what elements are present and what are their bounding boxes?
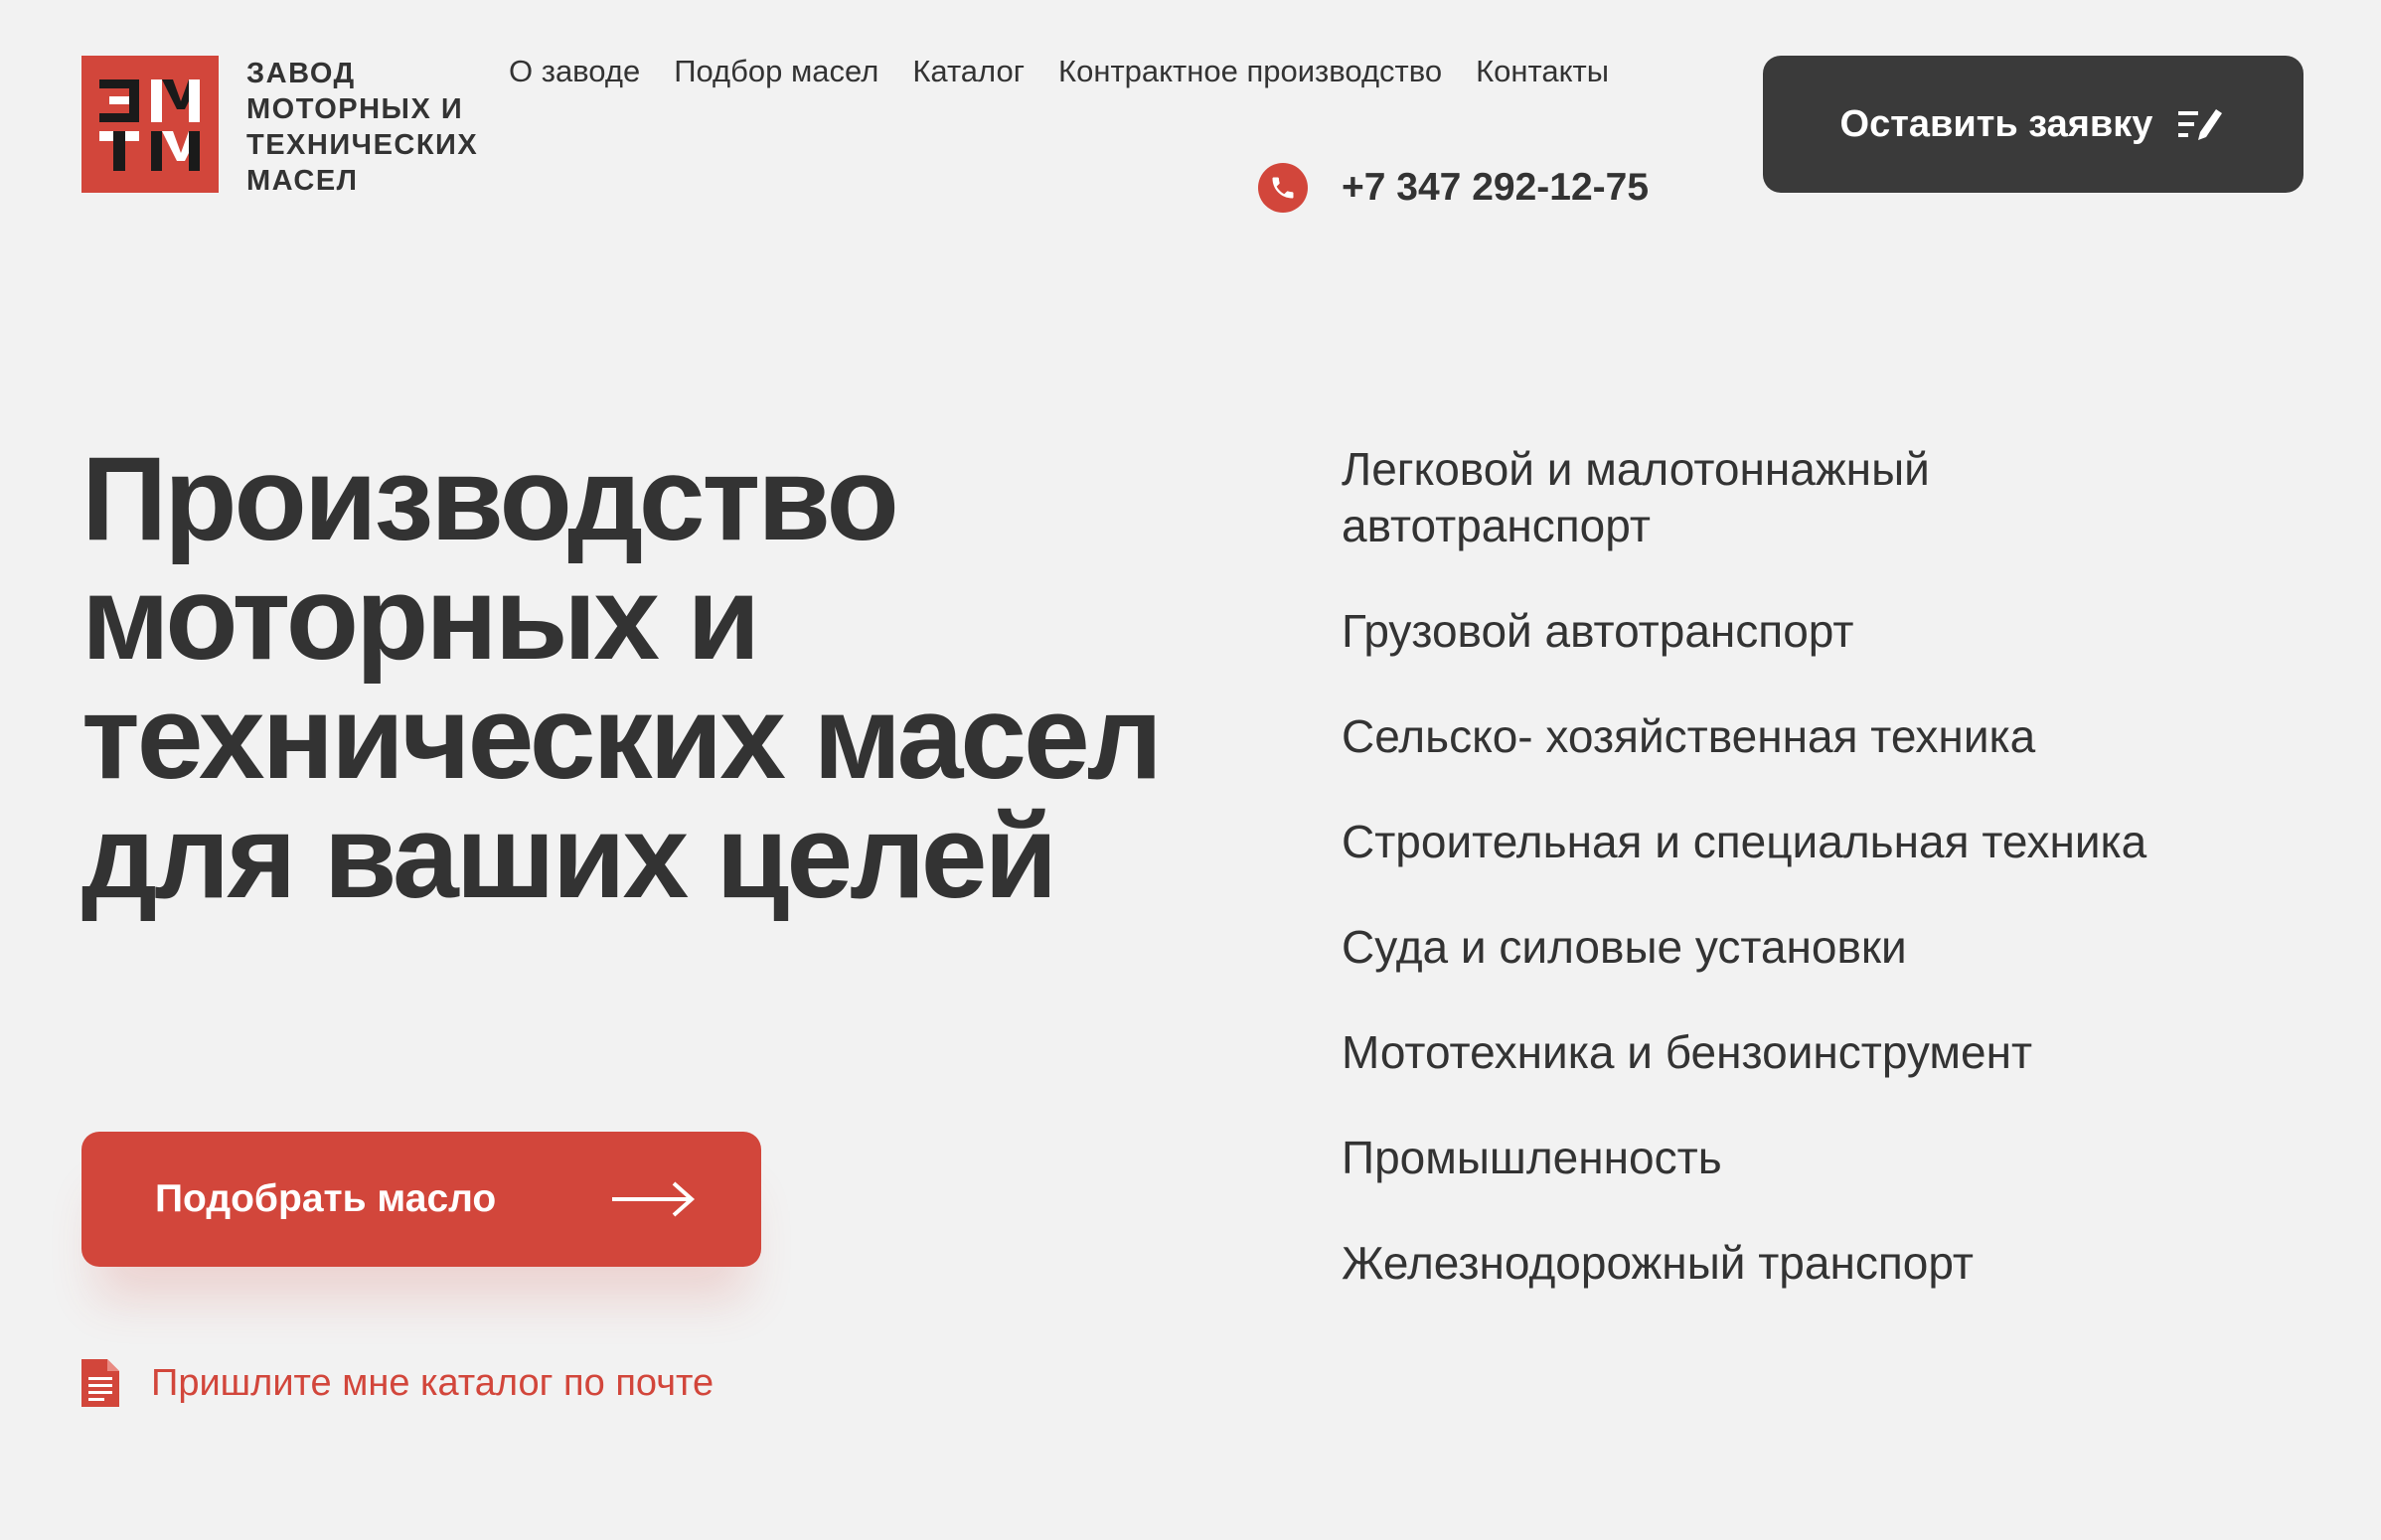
category-industry[interactable]: Промышленность [1342,1130,2057,1186]
list-item: Железнодорожный транспорт [1342,1235,2236,1292]
leave-request-label: Оставить заявку [1839,102,2153,145]
category-freight-transport[interactable]: Грузовой автотранспорт [1342,603,2057,660]
phone-icon [1258,163,1308,213]
category-railway-transport[interactable]: Железнодорожный транспорт [1342,1235,2057,1292]
form-edit-icon [2176,106,2226,142]
logo-mark [81,56,219,193]
category-list: Легковой и малотоннажный автотранспорт Г… [1342,441,2236,1340]
category-passenger-light-transport[interactable]: Легковой и малотоннажный автотранспорт [1342,441,2057,554]
list-item: Грузовой автотранспорт [1342,603,2236,660]
pick-oil-button[interactable]: Подобрать масло [81,1132,761,1267]
logo-text: ЗАВОД МОТОРНЫХ И ТЕХНИЧЕСКИХ МАСЕЛ [246,56,505,199]
list-item: Суда и силовые установки [1342,919,2236,976]
email-catalog-label: Пришлите мне каталог по почте [151,1361,714,1404]
email-catalog-link[interactable]: Пришлите мне каталог по почте [81,1359,714,1407]
nav-item-oil-selection[interactable]: Подбор масел [674,52,878,91]
nav-item-catalog[interactable]: Каталог [912,52,1025,91]
logo-letters-graphic [99,79,200,171]
category-moto-petrol-tools[interactable]: Мототехника и бензоинструмент [1342,1024,2057,1081]
hero-title: Производство моторных и технических масе… [81,432,1163,923]
phone-number: +7 347 292-12-75 [1342,166,1650,209]
logo[interactable]: ЗАВОД МОТОРНЫХ И ТЕХНИЧЕСКИХ МАСЕЛ [81,56,505,199]
arrow-right-icon [610,1179,696,1219]
logo-text-line: ЗАВОД [246,58,356,89]
list-item: Сельско- хозяйственная техника [1342,708,2236,765]
nav-item-contacts[interactable]: Контакты [1476,52,1609,91]
logo-text-line: МОТОРНЫХ И [246,93,464,125]
category-construction-machinery[interactable]: Строительная и специальная техника [1342,814,2236,870]
list-item: Промышленность [1342,1130,2236,1186]
nav-item-contract-production[interactable]: Контрактное производство [1058,52,1442,91]
logo-text-line: ТЕХНИЧЕСКИХ [246,129,479,161]
category-vessels-power-units[interactable]: Суда и силовые установки [1342,919,2057,976]
leave-request-button[interactable]: Оставить заявку [1763,56,2303,193]
phone-link[interactable]: +7 347 292-12-75 [1258,163,1649,213]
main-nav: О заводе Подбор масел Каталог Контрактно… [509,52,1609,91]
nav-item-about[interactable]: О заводе [509,52,640,91]
document-icon [81,1359,119,1407]
list-item: Легковой и малотоннажный автотранспорт [1342,441,2236,554]
pick-oil-label: Подобрать масло [155,1177,497,1220]
logo-text-line: МАСЕЛ [246,165,359,197]
list-item: Строительная и специальная техника [1342,814,2236,870]
list-item: Мототехника и бензоинструмент [1342,1024,2236,1081]
category-agricultural-machinery[interactable]: Сельско- хозяйственная техника [1342,708,2057,765]
